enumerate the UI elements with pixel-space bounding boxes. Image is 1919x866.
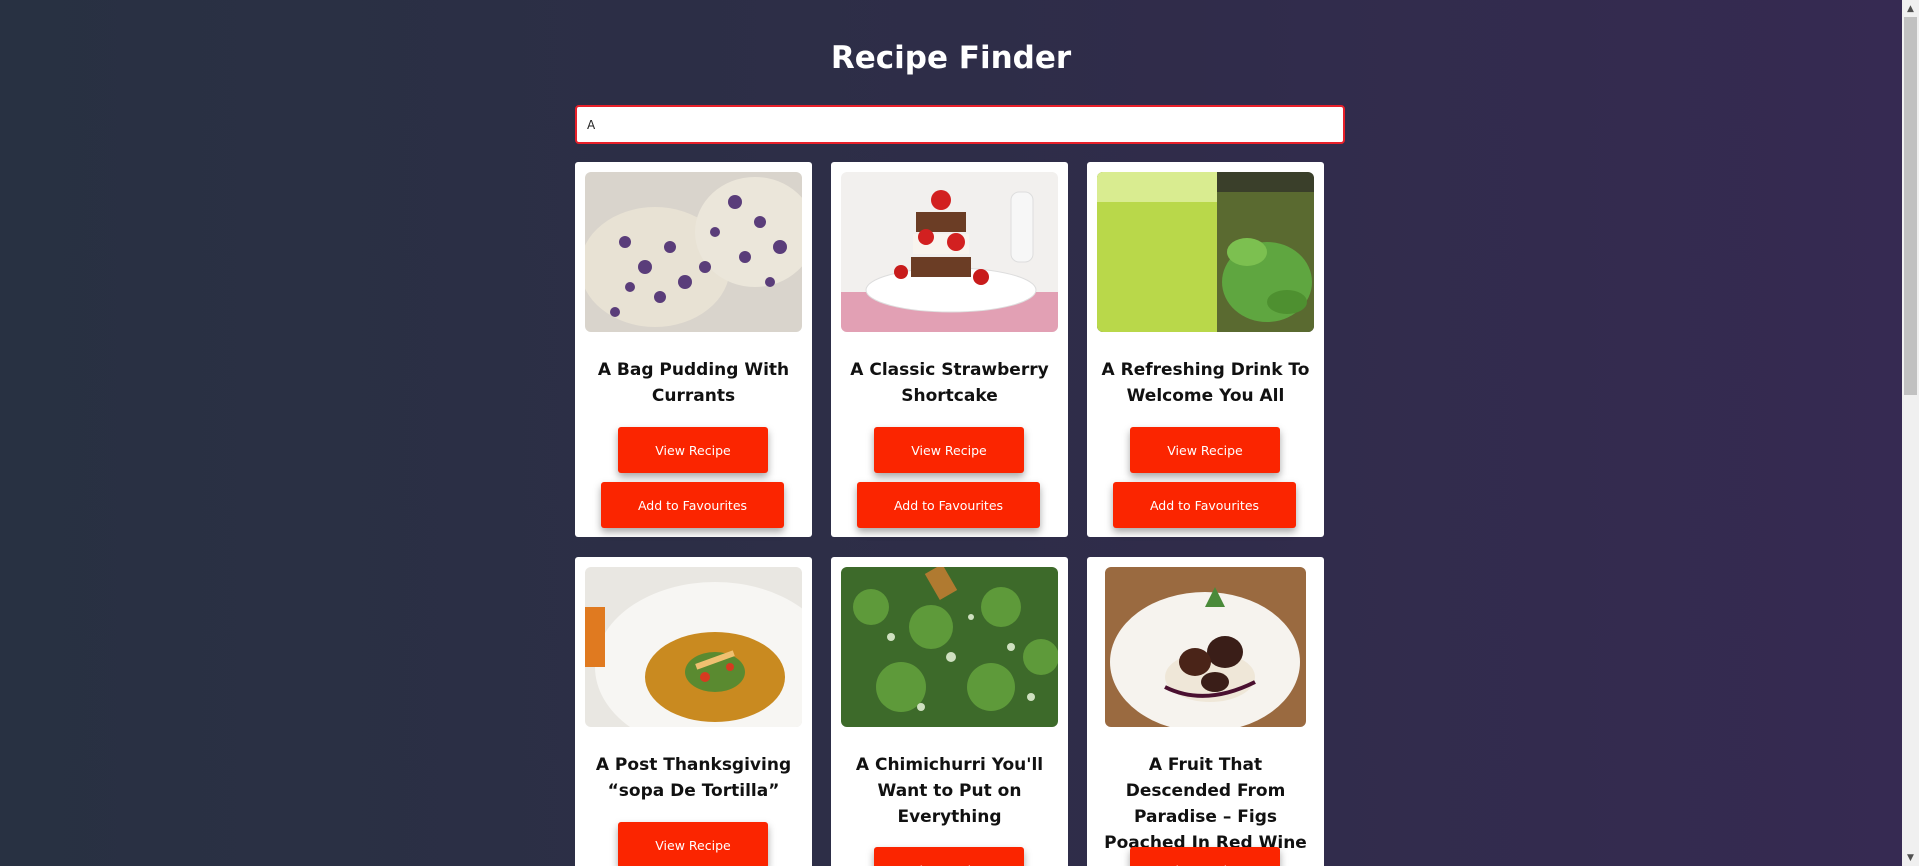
view-recipe-button[interactable]: View Recipe — [874, 427, 1024, 473]
recipe-card: A Chimichurri You'll Want to Put on Ever… — [831, 557, 1068, 866]
recipe-image[interactable] — [1097, 172, 1314, 332]
scroll-down-arrow-icon[interactable]: ▼ — [1902, 849, 1919, 866]
add-to-favourites-button[interactable]: Add to Favourites — [857, 482, 1040, 528]
page: Recipe Finder A Bag Pudding With Currant… — [0, 0, 1902, 866]
recipe-card: A Bag Pudding With Currants View Recipe … — [575, 162, 812, 537]
add-to-favourites-button[interactable]: Add to Favourites — [601, 482, 784, 528]
recipe-name: A Post Thanksgiving “sopa De Tortilla” — [595, 755, 792, 801]
recipe-name: A Classic Strawberry Shortcake — [850, 360, 1049, 406]
recipe-card: A Fruit That Descended From Paradise – F… — [1087, 557, 1324, 866]
scroll-up-arrow-icon[interactable]: ▲ — [1902, 0, 1919, 17]
recipe-image[interactable] — [585, 567, 802, 727]
recipe-card: A Refreshing Drink To Welcome You All Vi… — [1087, 162, 1324, 537]
recipe-image[interactable] — [585, 172, 802, 332]
recipe-card: A Post Thanksgiving “sopa De Tortilla” V… — [575, 557, 812, 866]
recipe-name: A Refreshing Drink To Welcome You All — [1101, 360, 1310, 406]
recipe-name: A Chimichurri You'll Want to Put on Ever… — [855, 755, 1044, 827]
recipe-image[interactable] — [841, 567, 1058, 727]
view-recipe-button[interactable]: View Recipe — [1130, 427, 1280, 473]
vertical-scrollbar[interactable]: ▲ ▼ — [1902, 0, 1919, 866]
page-title: Recipe Finder — [830, 40, 1072, 76]
search-input[interactable] — [575, 105, 1345, 144]
view-recipe-button[interactable]: View Recipe — [618, 427, 768, 473]
recipe-image[interactable] — [841, 172, 1058, 332]
recipe-name: A Fruit That Descended From Paradise – F… — [1104, 755, 1307, 853]
recipe-card: A Classic Strawberry Shortcake View Reci… — [831, 162, 1068, 537]
add-to-favourites-button[interactable]: Add to Favourites — [1113, 482, 1296, 528]
scroll-thumb[interactable] — [1904, 17, 1917, 395]
view-recipe-button[interactable]: View Recipe — [874, 847, 1024, 866]
view-recipe-button[interactable]: View Recipe — [1130, 847, 1280, 866]
view-recipe-button[interactable]: View Recipe — [618, 822, 768, 866]
recipe-name: A Bag Pudding With Currants — [597, 360, 790, 406]
recipe-image[interactable] — [1105, 567, 1306, 727]
